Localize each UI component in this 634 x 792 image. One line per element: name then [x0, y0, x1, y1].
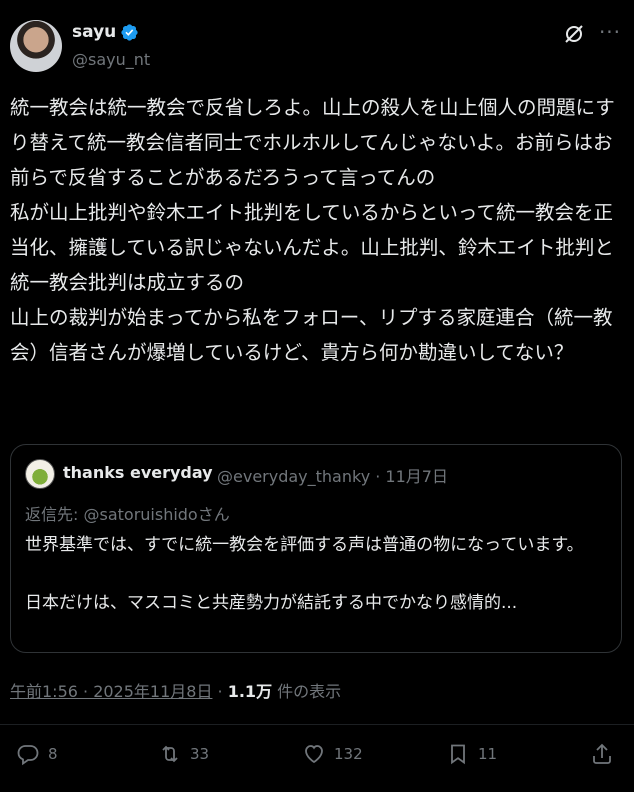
- author-avatar[interactable]: [10, 20, 62, 72]
- tweet-timestamp[interactable]: 午前1:56 · 2025年11月8日: [10, 682, 212, 701]
- retweet-count: 33: [190, 745, 210, 763]
- bookmark-button[interactable]: 11: [446, 742, 497, 766]
- divider: [0, 724, 634, 725]
- bookmark-count: 11: [478, 745, 498, 763]
- retweet-icon: [162, 745, 178, 763]
- quoted-tweet[interactable]: thanks everyday @everyday_thanky · 11月7日…: [10, 444, 622, 653]
- bookmark-icon: [451, 744, 465, 765]
- quoted-author-name[interactable]: thanks everyday: [63, 463, 213, 482]
- quoted-reply-to: 返信先: @satoruishidoさん: [25, 501, 230, 525]
- tweet-meta: 午前1:56 · 2025年11月8日 · 1.1万 件の表示: [10, 678, 341, 702]
- view-count: 1.1万: [227, 682, 273, 701]
- reply-button[interactable]: 8: [16, 742, 58, 766]
- share-icon: [593, 743, 611, 764]
- author-name[interactable]: sayu: [72, 22, 116, 42]
- retweet-button[interactable]: 33: [158, 742, 209, 766]
- heart-icon: [305, 745, 323, 764]
- grok-icon[interactable]: [562, 22, 586, 46]
- author-handle[interactable]: @sayu_nt: [72, 50, 150, 69]
- quoted-text: 世界基準では、すでに統一教会を評価する声は普通の物になっています。 日本だけは、…: [25, 535, 584, 613]
- view-label: 件の表示: [272, 682, 342, 701]
- verified-badge-icon: [121, 24, 138, 41]
- like-count: 132: [334, 745, 363, 763]
- tweet-text: 統一教会は統一教会で反省しろよ。山上の殺人を山上個人の問題にすり替えて統一教会信…: [10, 96, 615, 364]
- reply-icon: [17, 745, 39, 766]
- share-button[interactable]: [590, 742, 622, 766]
- reply-suffix: さん: [197, 505, 230, 524]
- tweet: sayu @sayu_nt ··· 統一教会は統一教会で反省しろよ。山上の殺人を…: [0, 0, 634, 792]
- reply-mention[interactable]: @satoruishido: [83, 505, 197, 524]
- reply-prefix: 返信先:: [25, 505, 84, 524]
- quoted-date[interactable]: 11月7日: [385, 467, 448, 486]
- more-icon[interactable]: ···: [598, 22, 622, 46]
- reply-count: 8: [48, 745, 58, 763]
- quoted-meta: @everyday_thanky · 11月7日: [217, 467, 448, 486]
- action-bar: 8 33 132 11: [0, 742, 634, 776]
- quoted-handle[interactable]: @everyday_thanky: [217, 467, 370, 486]
- quoted-avatar[interactable]: [25, 459, 55, 489]
- like-button[interactable]: 132: [302, 742, 363, 766]
- meta-separator: ·: [212, 682, 228, 701]
